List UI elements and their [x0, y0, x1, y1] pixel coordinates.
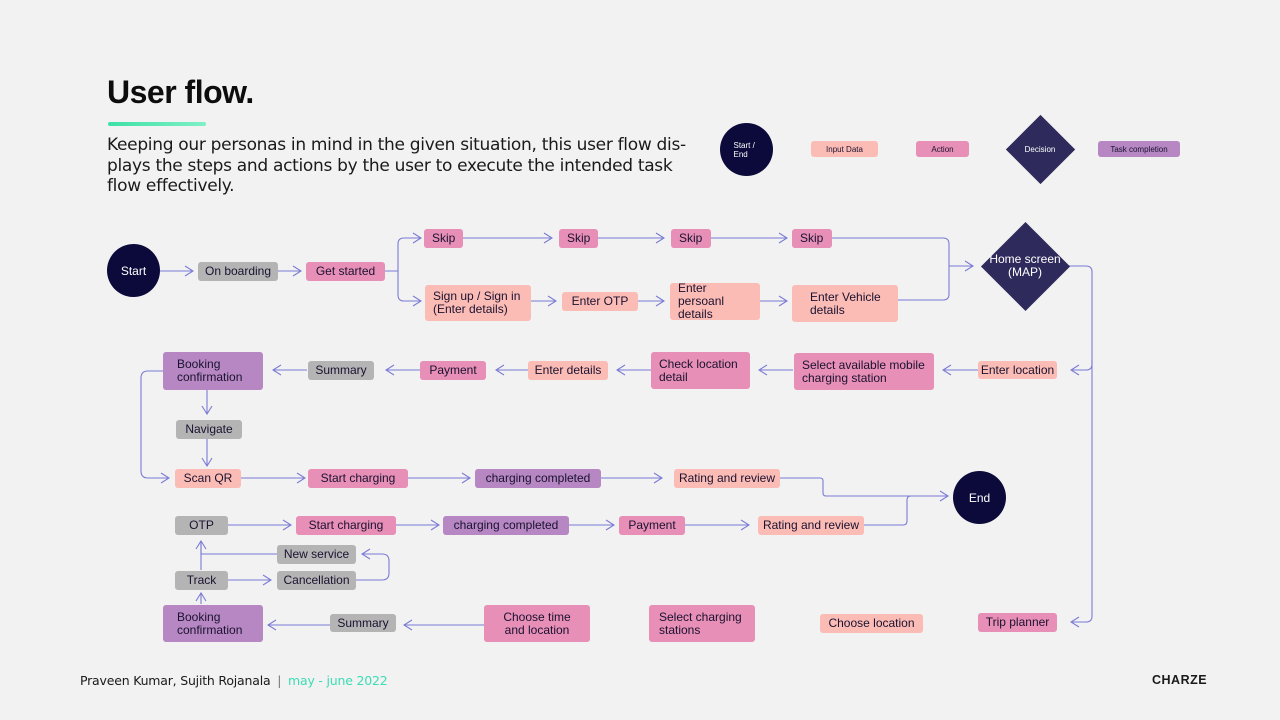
brand-logo: CHARZE — [1152, 673, 1208, 687]
connector — [780, 477, 948, 496]
connector — [864, 495, 912, 526]
home-screen-decision: Home screen (MAP) — [980, 221, 1070, 311]
choose-location-node: Choose location — [820, 614, 923, 633]
home-screen-label: Home screen (MAP) — [989, 252, 1061, 279]
cancellation-node: Cancellation — [277, 571, 356, 590]
skip-node: Skip — [424, 229, 463, 248]
connector — [385, 238, 421, 272]
enter-otp-node: Enter OTP — [562, 292, 638, 311]
skip-node: Skip — [671, 229, 711, 248]
footer-credits: Praveen Kumar, Sujith Rojanala | may - j… — [80, 673, 388, 688]
start-charging-node: Start charging — [296, 516, 396, 535]
payment-node: Payment — [619, 516, 685, 535]
start-node: Start — [107, 244, 160, 297]
trip-planner-node: Trip planner — [978, 613, 1057, 632]
check-location-node: Check location detail — [651, 352, 750, 389]
navigate-node: Navigate — [176, 420, 242, 439]
rating-review-node: Rating and review — [758, 516, 864, 535]
otp-node: OTP — [175, 516, 228, 535]
start-charging-node: Start charging — [308, 469, 408, 488]
enter-details-node: Enter details — [528, 361, 608, 380]
enter-location-node: Enter location — [978, 361, 1057, 379]
connector — [356, 554, 390, 581]
scan-qr-node: Scan QR — [175, 469, 241, 488]
get-started-node: Get started — [306, 262, 385, 281]
charging-completed-node: charging completed — [475, 469, 601, 488]
on-boarding-node: On boarding — [198, 262, 278, 281]
sign-up-node: Sign up / Sign in (Enter details) — [425, 285, 531, 321]
connector — [397, 271, 421, 301]
summary-node: Summary — [330, 614, 396, 632]
footer-date: may - june 2022 — [288, 673, 388, 688]
charging-completed-node: charging completed — [443, 516, 569, 535]
end-node: End — [953, 471, 1006, 524]
connector — [1068, 265, 1093, 370]
select-mobile-station-node: Select available mobile charging station — [794, 353, 934, 390]
rating-review-node: Rating and review — [674, 469, 780, 488]
footer-separator: | — [277, 673, 282, 688]
booking-confirmation-node: Booking confirmation — [163, 352, 263, 390]
summary-node: Summary — [308, 361, 374, 380]
connector — [200, 544, 277, 555]
payment-node: Payment — [420, 361, 486, 380]
select-charging-stations-node: Select charging stations — [649, 605, 755, 642]
footer-authors: Praveen Kumar, Sujith Rojanala — [80, 673, 271, 688]
new-service-node: New service — [277, 545, 356, 564]
skip-node: Skip — [792, 229, 832, 248]
track-node: Track — [175, 571, 228, 590]
choose-time-location-node: Choose time and location — [484, 605, 590, 642]
connector — [1071, 360, 1093, 622]
enter-vehicle-details-node: Enter Vehicle details — [792, 285, 898, 322]
booking-confirmation-node: Booking confirmation — [163, 605, 263, 642]
enter-personal-details-node: Enter persoanl details — [670, 282, 760, 321]
skip-node: Skip — [559, 229, 598, 248]
